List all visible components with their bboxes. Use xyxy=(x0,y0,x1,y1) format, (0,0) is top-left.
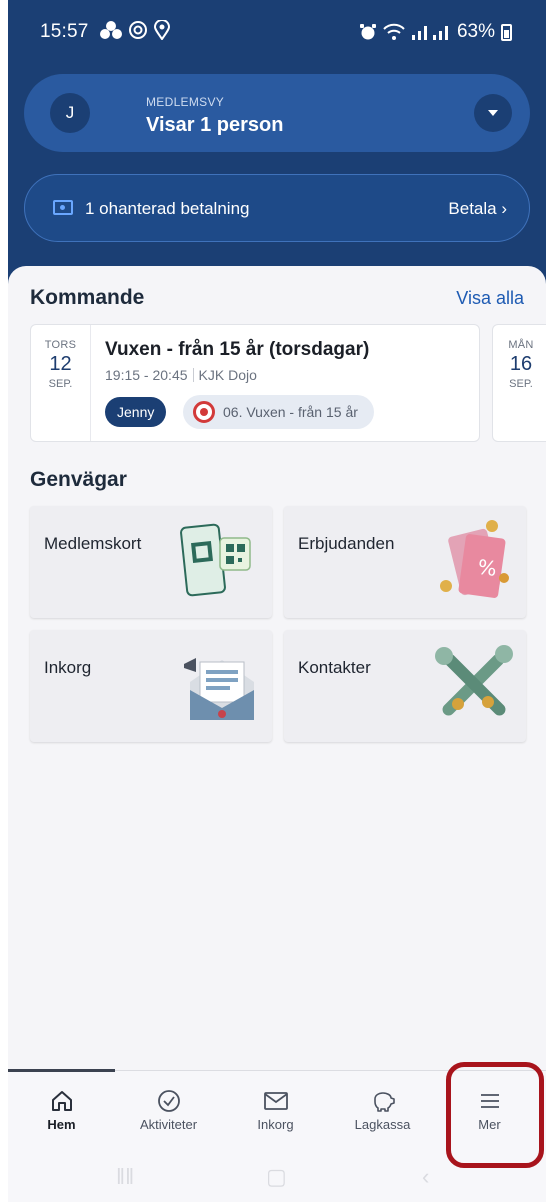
unhandled-payment-banner[interactable]: 1 ohanterad betalning Betala › xyxy=(24,174,530,242)
home-button-icon[interactable]: ▢ xyxy=(266,1164,287,1190)
recent-apps-icon[interactable]: ‖‖ xyxy=(116,1164,134,1190)
member-view-selector[interactable]: J MEDLEMSVY Visar 1 person xyxy=(24,74,530,152)
shortcut-membership-card[interactable]: Medlemskort xyxy=(30,506,272,618)
payment-icon xyxy=(53,200,73,215)
location-icon xyxy=(154,20,170,40)
wifi-icon xyxy=(383,23,405,40)
shortcut-inbox[interactable]: Inkorg xyxy=(30,630,272,742)
shortcut-label: Kontakter xyxy=(298,658,371,677)
event-time: 19:15 - 20:45 xyxy=(105,367,188,383)
nav-activities-label: Aktiviteter xyxy=(139,1117,198,1132)
event-day: 12 xyxy=(49,353,72,375)
event-card[interactable]: TORS 12 SEP. Vuxen - från 15 år (torsdag… xyxy=(30,324,480,442)
main-content: Kommande Visa alla TORS 12 SEP. Vuxen - … xyxy=(8,266,546,1070)
shortcut-contacts[interactable]: Kontakter xyxy=(284,630,526,742)
active-tab-indicator xyxy=(8,1069,115,1072)
signal-icon xyxy=(411,26,448,40)
event-card[interactable]: MÅN 16 SEP. xyxy=(492,324,546,442)
divider xyxy=(192,368,194,382)
event-weekday: TORS xyxy=(44,339,77,351)
pay-button-label: Betala xyxy=(448,199,497,218)
person-chip: Jenny xyxy=(105,397,167,427)
status-right-icons: 63% xyxy=(359,21,512,43)
event-month: SEP. xyxy=(48,378,73,390)
shortcut-offers[interactable]: Erbjudanden % xyxy=(284,506,526,618)
status-bar: 15:57 63% xyxy=(8,0,546,62)
shortcut-label: Inkorg xyxy=(44,658,92,677)
offers-icon: % xyxy=(440,520,509,598)
inbox-envelope-icon xyxy=(184,658,254,720)
nav-home[interactable]: Hem xyxy=(8,1089,115,1132)
payment-text: 1 ohanterad betalning xyxy=(85,199,250,218)
phone-screen: 15:57 63% J MEDLEMSVY Visar 1 person 1 o… xyxy=(8,0,546,1202)
shortcut-label: Erbjudanden xyxy=(298,534,395,553)
back-icon[interactable]: ‹ xyxy=(422,1164,429,1190)
svg-text:%: % xyxy=(476,555,498,581)
nav-home-label: Hem xyxy=(47,1117,76,1132)
tools-icon xyxy=(435,645,513,716)
chevron-down-icon[interactable] xyxy=(474,94,512,132)
member-view-label: MEDLEMSVY xyxy=(146,95,225,109)
event-month: SEP. xyxy=(509,378,533,390)
avatar: J xyxy=(50,93,90,133)
check-circle-icon xyxy=(157,1090,180,1112)
nav-inbox-label: Inkorg xyxy=(257,1117,294,1132)
at-icon xyxy=(129,21,147,39)
event-day: 16 xyxy=(509,353,533,375)
shortcut-label: Medlemskort xyxy=(44,534,142,553)
shortcuts-title: Genvägar xyxy=(30,468,127,491)
battery-level: 63% xyxy=(456,21,495,42)
club-logo-icon xyxy=(193,401,215,423)
member-view-title: Visar 1 person xyxy=(146,114,284,136)
upcoming-title: Kommande xyxy=(30,286,145,309)
nav-activities[interactable]: Aktiviteter xyxy=(115,1089,222,1132)
event-weekday: MÅN xyxy=(508,339,534,351)
home-icon xyxy=(51,1091,72,1111)
highlight-annotation xyxy=(446,1062,544,1168)
event-title: Vuxen - från 15 år (torsdagar) xyxy=(105,339,370,360)
alarm-icon xyxy=(359,24,376,40)
nav-inbox[interactable]: Inkorg xyxy=(222,1089,329,1132)
nav-team-fund-label: Lagkassa xyxy=(354,1117,411,1132)
app-header: 15:57 63% J MEDLEMSVY Visar 1 person 1 o… xyxy=(8,0,546,300)
mail-icon xyxy=(263,1092,288,1110)
status-left-icons xyxy=(100,20,170,40)
event-date: MÅN 16 SEP. xyxy=(493,325,546,441)
membership-card-icon xyxy=(180,523,251,597)
pay-button[interactable]: Betala › xyxy=(448,199,507,219)
notification-icon xyxy=(100,21,122,39)
event-place: KJK Dojo xyxy=(198,367,257,383)
battery-icon xyxy=(501,23,512,41)
see-all-link[interactable]: Visa alla xyxy=(456,288,524,309)
nav-team-fund[interactable]: Lagkassa xyxy=(329,1089,436,1132)
status-time: 15:57 xyxy=(40,21,89,42)
group-chip: 06. Vuxen - från 15 år xyxy=(183,395,374,429)
event-date: TORS 12 SEP. xyxy=(31,325,91,441)
event-meta: 19:15 - 20:45 KJK Dojo xyxy=(105,367,257,383)
piggy-bank-icon xyxy=(373,1092,395,1112)
group-chip-label: 06. Vuxen - från 15 år xyxy=(223,404,358,420)
